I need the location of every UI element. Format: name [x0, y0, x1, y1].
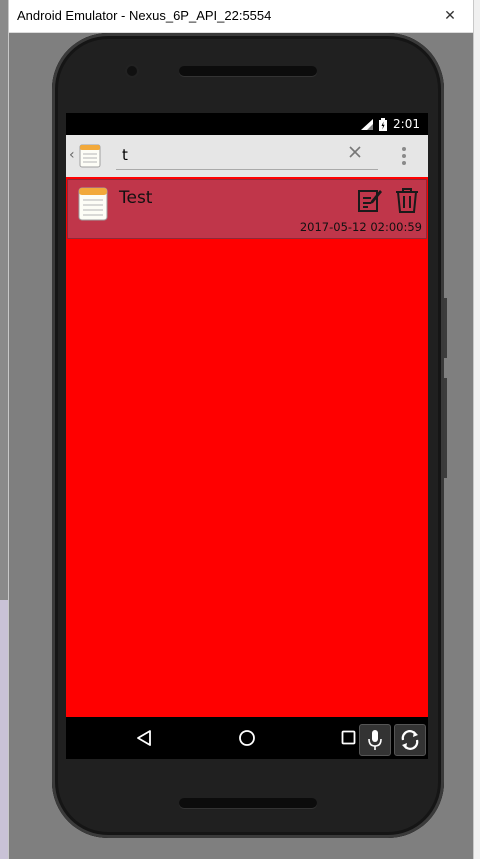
emulator-window: Android Emulator - Nexus_6P_API_22:5554 … — [8, 0, 474, 859]
note-title: Test — [119, 188, 153, 208]
close-icon[interactable] — [348, 145, 362, 159]
microphone-button[interactable] — [359, 724, 391, 756]
status-bar: 2:01 — [66, 113, 428, 135]
window-close-button[interactable]: ✕ — [427, 0, 473, 32]
back-triangle-icon[interactable] — [136, 729, 152, 747]
signal-icon — [361, 118, 374, 130]
notepad-icon — [78, 187, 108, 221]
up-chevron-icon[interactable]: ‹ — [69, 147, 75, 163]
bottom-speaker — [179, 798, 317, 808]
home-circle-icon[interactable] — [238, 729, 256, 747]
volume-button[interactable] — [444, 378, 447, 478]
window-titlebar: Android Emulator - Nexus_6P_API_22:5554 … — [9, 0, 473, 33]
notepad-icon[interactable] — [79, 144, 101, 168]
rotate-button[interactable] — [394, 724, 426, 756]
more-vert-icon[interactable] — [401, 146, 407, 166]
action-bar: ‹ — [66, 135, 428, 177]
trash-icon[interactable] — [395, 187, 419, 213]
phone-screen: 2:01 ‹ t Test 2017-05-12 02:00:59 — [66, 113, 428, 759]
status-icons: 2:01 — [361, 117, 420, 131]
search-input[interactable] — [116, 141, 378, 170]
navigation-bar — [66, 717, 428, 759]
edit-note-icon[interactable] — [357, 187, 383, 213]
rotate-icon — [401, 730, 419, 750]
notes-list: Test 2017-05-12 02:00:59 — [66, 177, 428, 717]
window-title: Android Emulator - Nexus_6P_API_22:5554 — [17, 8, 272, 23]
power-button[interactable] — [444, 298, 447, 358]
microphone-icon — [368, 730, 382, 750]
recent-square-icon[interactable] — [341, 730, 356, 745]
phone-frame: 2:01 ‹ t Test 2017-05-12 02:00:59 — [52, 33, 447, 838]
note-timestamp: 2017-05-12 02:00:59 — [299, 220, 422, 234]
battery-icon — [379, 117, 388, 131]
top-speaker — [179, 66, 317, 76]
status-time: 2:01 — [393, 117, 420, 131]
front-camera — [127, 66, 137, 76]
list-item[interactable]: Test 2017-05-12 02:00:59 — [67, 179, 427, 239]
